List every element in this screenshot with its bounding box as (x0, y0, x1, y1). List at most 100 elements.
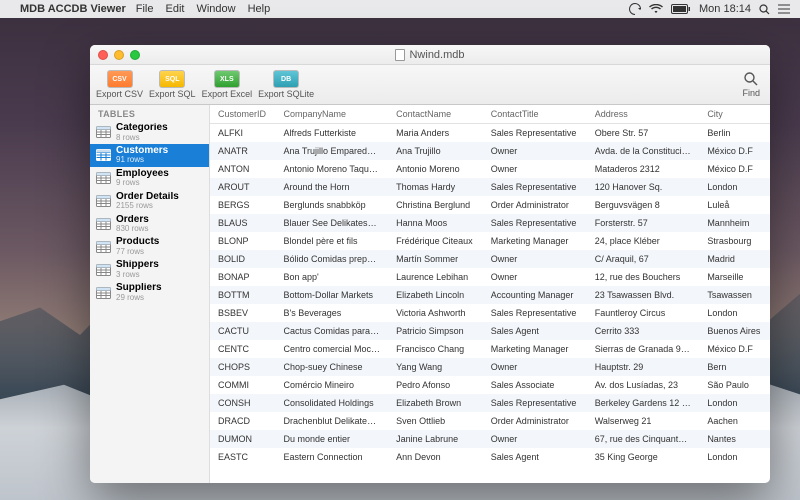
table-cell[interactable]: Strasbourg (699, 232, 770, 250)
close-button[interactable] (98, 50, 108, 60)
table-cell[interactable]: Mataderos 2312 (587, 160, 700, 178)
table-cell[interactable]: B's Beverages (276, 304, 389, 322)
export-csv-button[interactable]: CSV Export CSV (96, 70, 143, 99)
table-cell[interactable]: Christina Berglund (388, 196, 483, 214)
table-cell[interactable]: Accounting Manager (483, 286, 587, 304)
table-cell[interactable]: Elizabeth Brown (388, 394, 483, 412)
table-cell[interactable]: Around the Horn (276, 178, 389, 196)
battery-icon[interactable] (671, 3, 691, 15)
minimize-button[interactable] (114, 50, 124, 60)
table-cell[interactable]: Antonio Moreno (388, 160, 483, 178)
table-cell[interactable]: London (699, 394, 770, 412)
table-cell[interactable]: 120 Hanover Sq. (587, 178, 700, 196)
table-cell[interactable]: Sales Representative (483, 124, 587, 143)
table-row[interactable]: BLAUSBlauer See DelikatessenHanna MoosSa… (210, 214, 770, 232)
sync-icon[interactable] (629, 3, 641, 15)
table-row[interactable]: BOLIDBólido Comidas preparadasMartín Som… (210, 250, 770, 268)
table-cell[interactable]: Owner (483, 430, 587, 448)
table-cell[interactable]: Elizabeth Lincoln (388, 286, 483, 304)
table-cell[interactable]: Cerrito 333 (587, 322, 700, 340)
table-cell[interactable]: Mannheim (699, 214, 770, 232)
table-cell[interactable]: Ana Trujillo (388, 142, 483, 160)
sidebar-table-categories[interactable]: Categories8 rows (90, 121, 209, 144)
table-cell[interactable]: Sales Representative (483, 304, 587, 322)
table-row[interactable]: ANATRAna Trujillo Emparedados y heladosA… (210, 142, 770, 160)
table-cell[interactable]: Janine Labrune (388, 430, 483, 448)
table-cell[interactable]: Owner (483, 160, 587, 178)
table-cell[interactable]: Tsawassen (699, 286, 770, 304)
window-titlebar[interactable]: Nwind.mdb (90, 45, 770, 65)
sidebar-table-orders[interactable]: Orders830 rows (90, 213, 209, 236)
table-cell[interactable]: 35 King George (587, 448, 700, 466)
table-cell[interactable]: Owner (483, 142, 587, 160)
table-row[interactable]: COMMIComércio MineiroPedro AfonsoSales A… (210, 376, 770, 394)
table-cell[interactable]: Nantes (699, 430, 770, 448)
table-cell[interactable]: Drachenblut Delikatessen (276, 412, 389, 430)
table-cell[interactable]: Owner (483, 268, 587, 286)
table-cell[interactable]: Buenos Aires (699, 322, 770, 340)
table-cell[interactable]: London (699, 448, 770, 466)
table-cell[interactable]: Sierras de Granada 9993 (587, 340, 700, 358)
column-header-companyname[interactable]: CompanyName (276, 105, 389, 124)
column-header-contactname[interactable]: ContactName (388, 105, 483, 124)
table-cell[interactable]: Comércio Mineiro (276, 376, 389, 394)
table-cell[interactable]: São Paulo (699, 376, 770, 394)
table-cell[interactable]: Yang Wang (388, 358, 483, 376)
table-cell[interactable]: Order Administrator (483, 196, 587, 214)
table-cell[interactable]: BONAP (210, 268, 276, 286)
column-header-city[interactable]: City (699, 105, 770, 124)
table-row[interactable]: CHOPSChop-suey ChineseYang WangOwnerHaup… (210, 358, 770, 376)
table-cell[interactable]: Madrid (699, 250, 770, 268)
table-cell[interactable]: Walserweg 21 (587, 412, 700, 430)
table-row[interactable]: CACTUCactus Comidas para llevarPatricio … (210, 322, 770, 340)
table-cell[interactable]: 12, rue des Bouchers (587, 268, 700, 286)
table-cell[interactable]: Consolidated Holdings (276, 394, 389, 412)
table-cell[interactable]: Blauer See Delikatessen (276, 214, 389, 232)
table-cell[interactable]: DUMON (210, 430, 276, 448)
data-grid[interactable]: CustomerIDCompanyNameContactNameContactT… (210, 105, 770, 483)
find-button[interactable]: Find (742, 71, 760, 98)
table-cell[interactable]: Ana Trujillo Emparedados y helados (276, 142, 389, 160)
table-cell[interactable]: Maria Anders (388, 124, 483, 143)
table-cell[interactable]: Sales Associate (483, 376, 587, 394)
table-row[interactable]: AROUTAround the HornThomas HardySales Re… (210, 178, 770, 196)
sidebar-table-customers[interactable]: Customers91 rows (90, 144, 209, 167)
sidebar-table-employees[interactable]: Employees9 rows (90, 167, 209, 190)
table-cell[interactable]: Alfreds Futterkiste (276, 124, 389, 143)
table-cell[interactable]: BSBEV (210, 304, 276, 322)
table-cell[interactable]: Bon app' (276, 268, 389, 286)
table-row[interactable]: ANTONAntonio Moreno TaqueríaAntonio More… (210, 160, 770, 178)
table-cell[interactable]: Bern (699, 358, 770, 376)
menu-help[interactable]: Help (248, 3, 271, 15)
table-cell[interactable]: Marketing Manager (483, 340, 587, 358)
table-cell[interactable]: London (699, 304, 770, 322)
table-row[interactable]: DUMONDu monde entierJanine LabruneOwner6… (210, 430, 770, 448)
table-cell[interactable]: Pedro Afonso (388, 376, 483, 394)
table-cell[interactable]: Luleå (699, 196, 770, 214)
export-sql-button[interactable]: SQL Export SQL (149, 70, 196, 99)
table-cell[interactable]: COMMI (210, 376, 276, 394)
table-cell[interactable]: Berkeley Gardens 12 Brewery (587, 394, 700, 412)
menu-window[interactable]: Window (196, 3, 235, 15)
table-row[interactable]: BLONPBlondel père et filsFrédérique Cite… (210, 232, 770, 250)
column-header-contacttitle[interactable]: ContactTitle (483, 105, 587, 124)
sidebar-table-suppliers[interactable]: Suppliers29 rows (90, 281, 209, 304)
table-cell[interactable]: AROUT (210, 178, 276, 196)
table-cell[interactable]: BLAUS (210, 214, 276, 232)
table-cell[interactable]: Fauntleroy Circus (587, 304, 700, 322)
menubar-clock[interactable]: Mon 18:14 (699, 3, 751, 15)
table-cell[interactable]: Chop-suey Chinese (276, 358, 389, 376)
table-cell[interactable]: 23 Tsawassen Blvd. (587, 286, 700, 304)
menu-edit[interactable]: Edit (165, 3, 184, 15)
table-cell[interactable]: BOTTM (210, 286, 276, 304)
table-cell[interactable]: Order Administrator (483, 412, 587, 430)
table-cell[interactable]: C/ Araquil, 67 (587, 250, 700, 268)
table-cell[interactable]: Sales Representative (483, 394, 587, 412)
table-cell[interactable]: BOLID (210, 250, 276, 268)
table-row[interactable]: CONSHConsolidated HoldingsElizabeth Brow… (210, 394, 770, 412)
table-cell[interactable]: Sales Representative (483, 178, 587, 196)
table-cell[interactable]: 67, rue des Cinquante Otages (587, 430, 700, 448)
table-cell[interactable]: Cactus Comidas para llevar (276, 322, 389, 340)
table-cell[interactable]: CENTC (210, 340, 276, 358)
sidebar-table-shippers[interactable]: Shippers3 rows (90, 258, 209, 281)
